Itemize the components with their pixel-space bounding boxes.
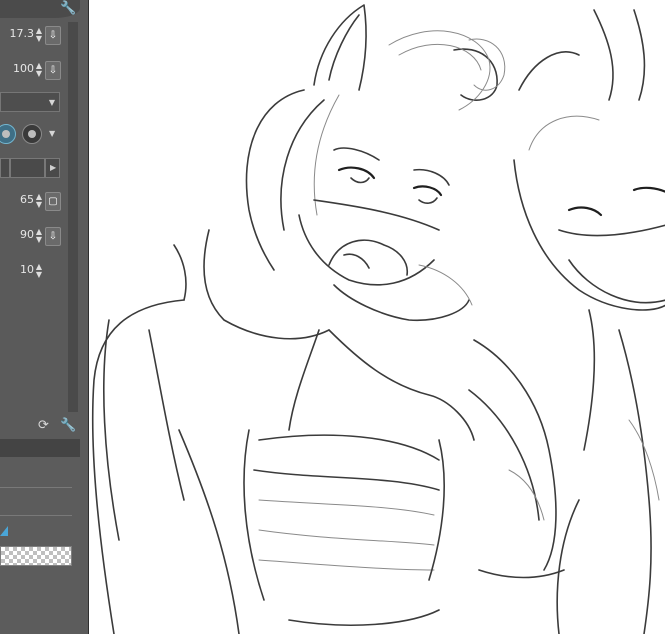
chevron-right-icon: ▶: [50, 163, 57, 172]
square-icon[interactable]: ▢: [45, 192, 61, 211]
stabilization-stepper[interactable]: ▲ ▼: [34, 263, 44, 279]
brush-size-value[interactable]: 17.3: [10, 27, 35, 40]
brush-tip-soft-icon[interactable]: [22, 124, 42, 144]
sketch-artwork: [91, 4, 665, 634]
hardness-row: 65 ▲ ▼ ▢: [0, 190, 68, 212]
layer-row-divider: [0, 515, 72, 516]
panel-scrollbar[interactable]: [68, 22, 78, 412]
brush-size-row: 17.3 ▲ ▼ ⇩: [0, 24, 68, 46]
brush-tip-round-icon[interactable]: [0, 124, 16, 144]
density-stepper[interactable]: ▲ ▼: [34, 228, 44, 244]
transparency-swatch[interactable]: [0, 546, 72, 566]
brush-opacity-value[interactable]: 100: [13, 62, 34, 75]
brush-opacity-row: 100 ▲ ▼ ⇩: [0, 59, 68, 81]
lock-icon[interactable]: ⇩: [45, 26, 61, 45]
layer-row-divider: [0, 487, 72, 488]
lock-icon[interactable]: ⇩: [45, 61, 61, 80]
hardness-stepper[interactable]: ▲ ▼: [34, 193, 44, 209]
texture-tabs: ▶: [0, 158, 62, 178]
reset-icon[interactable]: ⟳: [38, 418, 49, 433]
tab-1[interactable]: [0, 158, 10, 178]
brush-tip-shape-row: ▼: [0, 121, 62, 149]
hardness-value[interactable]: 65: [20, 193, 34, 206]
stabilization-row: 10 ▲ ▼: [0, 260, 68, 282]
wrench-icon[interactable]: 🔧: [60, 418, 76, 433]
brush-opacity-stepper[interactable]: ▲ ▼: [34, 62, 44, 78]
triangle-icon[interactable]: [0, 526, 8, 536]
density-value[interactable]: 90: [20, 228, 34, 241]
panel-divider: [0, 439, 80, 457]
wrench-icon[interactable]: 🔧: [60, 1, 76, 16]
density-row: 90 ▲ ▼ ⇩: [0, 225, 68, 247]
stabilization-value[interactable]: 10: [20, 263, 34, 276]
tool-property-panel: 🔧 17.3 ▲ ▼ ⇩ 100 ▲ ▼ ⇩ ▼ ▼ ▶ 65 ▲ ▼ ▢ 90 ▲ ▼…: [0, 0, 80, 634]
brush-size-stepper[interactable]: ▲ ▼: [34, 27, 44, 43]
drawing-canvas[interactable]: [88, 0, 665, 634]
blend-mode-dropdown[interactable]: ▼: [0, 92, 60, 112]
tab-2[interactable]: [10, 158, 45, 178]
panel-header: 🔧: [0, 0, 80, 18]
lock-icon[interactable]: ⇩: [45, 227, 61, 246]
tab-3[interactable]: ▶: [45, 158, 60, 178]
chevron-down-icon: ▼: [48, 98, 55, 107]
chevron-down-icon[interactable]: ▼: [49, 129, 55, 138]
